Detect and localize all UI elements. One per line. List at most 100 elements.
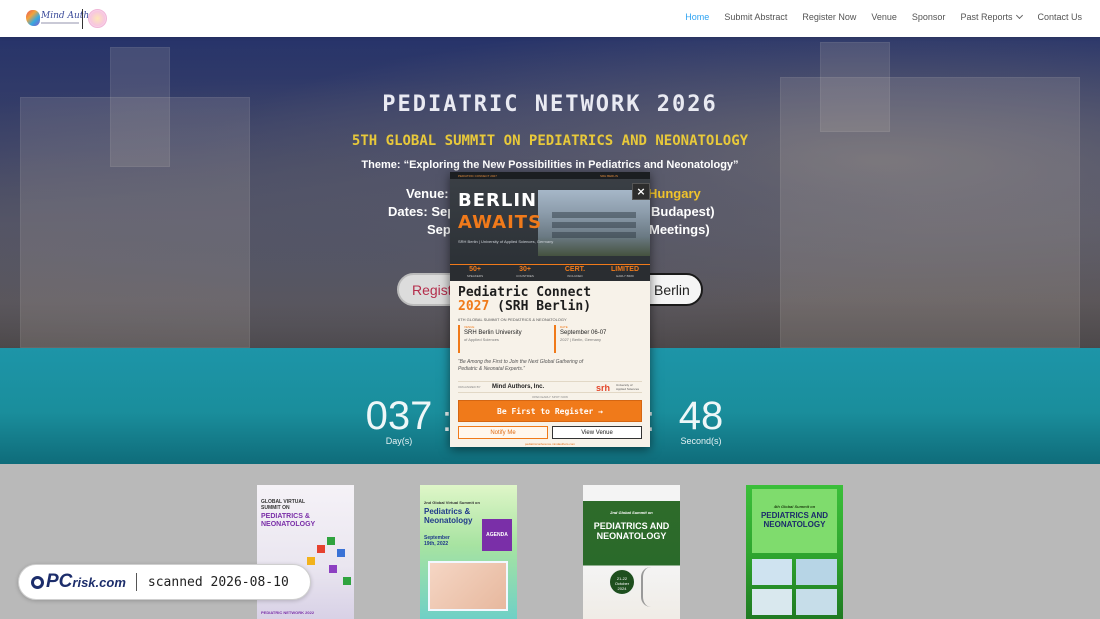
popup-title-line2: 2027 (SRH Berlin) xyxy=(458,299,591,314)
promo-popup: PEDIATRIC CONNECT 2027 SRH BERLIN BERLIN… xyxy=(450,172,650,447)
card-photo xyxy=(428,561,508,611)
popup-title-year: 2027 xyxy=(458,299,490,314)
card-title-line: NEONATOLOGY xyxy=(763,520,826,529)
logo-underline xyxy=(41,22,79,24)
dates-line2-start: Sep xyxy=(427,222,451,237)
venue-value: SRH Berlin University xyxy=(464,330,522,336)
countdown-days: 037 Day(s) xyxy=(364,396,434,446)
popup-quote: “Be Among the First to Join the Next Glo… xyxy=(458,359,584,372)
days-value: 037 xyxy=(365,394,433,438)
stat-label: INCLUDED xyxy=(567,274,583,278)
card-date-line: 2024 xyxy=(617,586,627,591)
main-nav: Home Submit Abstract Register Now Venue … xyxy=(670,11,1082,22)
decor-tile xyxy=(327,537,335,545)
scan-date: scanned 2026-08-10 xyxy=(147,574,289,590)
dates-location: Budapest) xyxy=(651,204,715,219)
popup-sponsor: ORGANIZED BY Mind Authors, Inc. srh Univ… xyxy=(458,381,642,393)
nav-register-now[interactable]: Register Now xyxy=(802,12,856,22)
notify-me-button[interactable]: Notify Me xyxy=(458,426,548,439)
decor-tile xyxy=(343,577,351,585)
stat-label: EARLY BIRD xyxy=(616,274,634,278)
card-title-line: NEONATOLOGY xyxy=(596,531,667,541)
popup-title: Pediatric Connect xyxy=(458,285,592,300)
stat-cert: CERT. INCLUDED xyxy=(550,265,600,281)
nav-home[interactable]: Home xyxy=(685,12,709,22)
popup-headline-2: AWAITS xyxy=(458,212,543,233)
sponsor-key: ORGANIZED BY xyxy=(458,385,481,389)
card-date: September 19th, 2022 xyxy=(424,535,513,547)
stat-speakers: 50+ SPEAKERS xyxy=(450,265,500,281)
popup-footer-link[interactable]: pediatricconference.mindauthors.com xyxy=(450,442,650,446)
sponsor-name: Mind Authors, Inc. xyxy=(492,384,545,390)
srh-logo: srh xyxy=(596,383,611,393)
photo-detail xyxy=(552,212,636,218)
card-title-line: NEONATOLOGY xyxy=(261,521,316,528)
close-icon[interactable]: × xyxy=(632,183,650,200)
view-venue-button[interactable]: View Venue xyxy=(552,426,642,439)
pcrisk-logo-pc: PC xyxy=(46,571,73,592)
date-value: September 06-07 xyxy=(560,330,607,336)
report-card-2025[interactable]: 4th Global Summit on PEDIATRICS AND NEON… xyxy=(746,485,843,619)
popup-early-text: OPEN EARLY SPOT NOW xyxy=(531,395,568,399)
card-date-line: 19th, 2022 xyxy=(424,541,449,547)
report-card-2022-agenda[interactable]: 2nd Global Virtual Summit on Pediatrics … xyxy=(420,485,517,619)
card-title: PEDIATRICS AND NEONATOLOGY xyxy=(750,511,839,529)
popup-stats: 50+ SPEAKERS 30+ COUNTRIES CERT. INCLUDED L… xyxy=(450,264,650,281)
site-header: Mind Authors Home Submit Abstract Regist… xyxy=(0,0,1100,37)
card-kicker: 2nd Global Summit on xyxy=(610,510,653,515)
popup-top-label: PEDIATRIC CONNECT 2027 xyxy=(458,174,497,178)
register-button-label: Regist xyxy=(412,281,452,298)
pcrisk-logo-domain: risk.com xyxy=(72,574,126,590)
popup-date-box: DATE September 06-07 2027 | Berlin, Germ… xyxy=(554,325,642,353)
decor-tile xyxy=(329,565,337,573)
card-photo xyxy=(752,589,792,615)
conference-badge-icon xyxy=(88,9,107,28)
watermark-divider xyxy=(135,573,137,591)
report-card-2024[interactable]: 2nd Global Summit on PEDIATRICS AND NEON… xyxy=(583,485,680,619)
photo-detail xyxy=(552,222,636,228)
decor-tile xyxy=(307,557,315,565)
nav-contact-us[interactable]: Contact Us xyxy=(1037,12,1082,22)
stethoscope-icon xyxy=(641,567,663,607)
stat-value: 50+ xyxy=(469,266,481,273)
dates-line2-end: Meetings) xyxy=(649,222,710,237)
date-sub: 2027 | Berlin, Germany xyxy=(560,337,602,342)
nav-past-reports[interactable]: Past Reports xyxy=(960,11,1024,22)
card-title: GLOBAL VIRTUAL SUMMIT ON xyxy=(261,499,350,511)
pcrisk-watermark: PC risk.com scanned 2026-08-10 xyxy=(18,564,311,600)
popup-location: SRH Berlin | University of Applied Scien… xyxy=(458,239,554,244)
stat-label: SPEAKERS xyxy=(466,274,484,278)
background-dome xyxy=(820,42,890,132)
card-footer: PEDIATRIC NETWORK 2022 xyxy=(261,610,315,615)
brain-logo-icon xyxy=(26,10,40,26)
seconds-label: Second(s) xyxy=(680,436,722,446)
stat-limited: LIMITED EARLY BIRD xyxy=(600,265,650,281)
popup-top-label-right: SRH BERLIN xyxy=(600,174,619,178)
card-kicker: 2nd Global Virtual Summit on xyxy=(424,500,480,505)
berlin-button-label: Berlin xyxy=(654,281,690,298)
popup-body: Pediatric Connect 2027 (SRH Berlin) 6TH … xyxy=(450,281,650,447)
srh-logo-sub: University of Applied Sciences xyxy=(616,383,640,391)
decor-tile xyxy=(317,545,325,553)
venue-label: Venue: xyxy=(406,186,449,201)
stat-label: COUNTRIES xyxy=(516,274,534,278)
register-cta-button[interactable]: Be First to Register → xyxy=(458,400,642,422)
card-title-line: PEDIATRICS & xyxy=(261,513,310,520)
seconds-value: 48 xyxy=(678,394,724,438)
pcrisk-logo: PC risk.com xyxy=(31,571,126,593)
card-photo xyxy=(752,559,792,585)
dates-label: Dates: Sep xyxy=(388,204,456,219)
nav-venue[interactable]: Venue xyxy=(871,12,897,22)
card-title-line: PEDIATRICS AND xyxy=(593,521,670,531)
hero-title: PEDIATRIC NETWORK 2026 xyxy=(382,92,718,117)
nav-submit-abstract[interactable]: Submit Abstract xyxy=(724,12,787,22)
card-title-line: Pediatrics & xyxy=(424,507,471,516)
site-logo[interactable]: Mind Authors xyxy=(26,8,110,30)
photo-detail xyxy=(552,232,636,238)
card-kicker: 4th Global Summit on xyxy=(773,504,816,509)
popup-subline: 6TH GLOBAL SUMMIT ON PEDIATRICS & NEONAT… xyxy=(458,317,567,322)
stat-value: 30+ xyxy=(519,266,531,273)
logo-divider xyxy=(82,9,83,29)
nav-sponsor[interactable]: Sponsor xyxy=(912,12,946,22)
card-photo xyxy=(796,559,837,585)
